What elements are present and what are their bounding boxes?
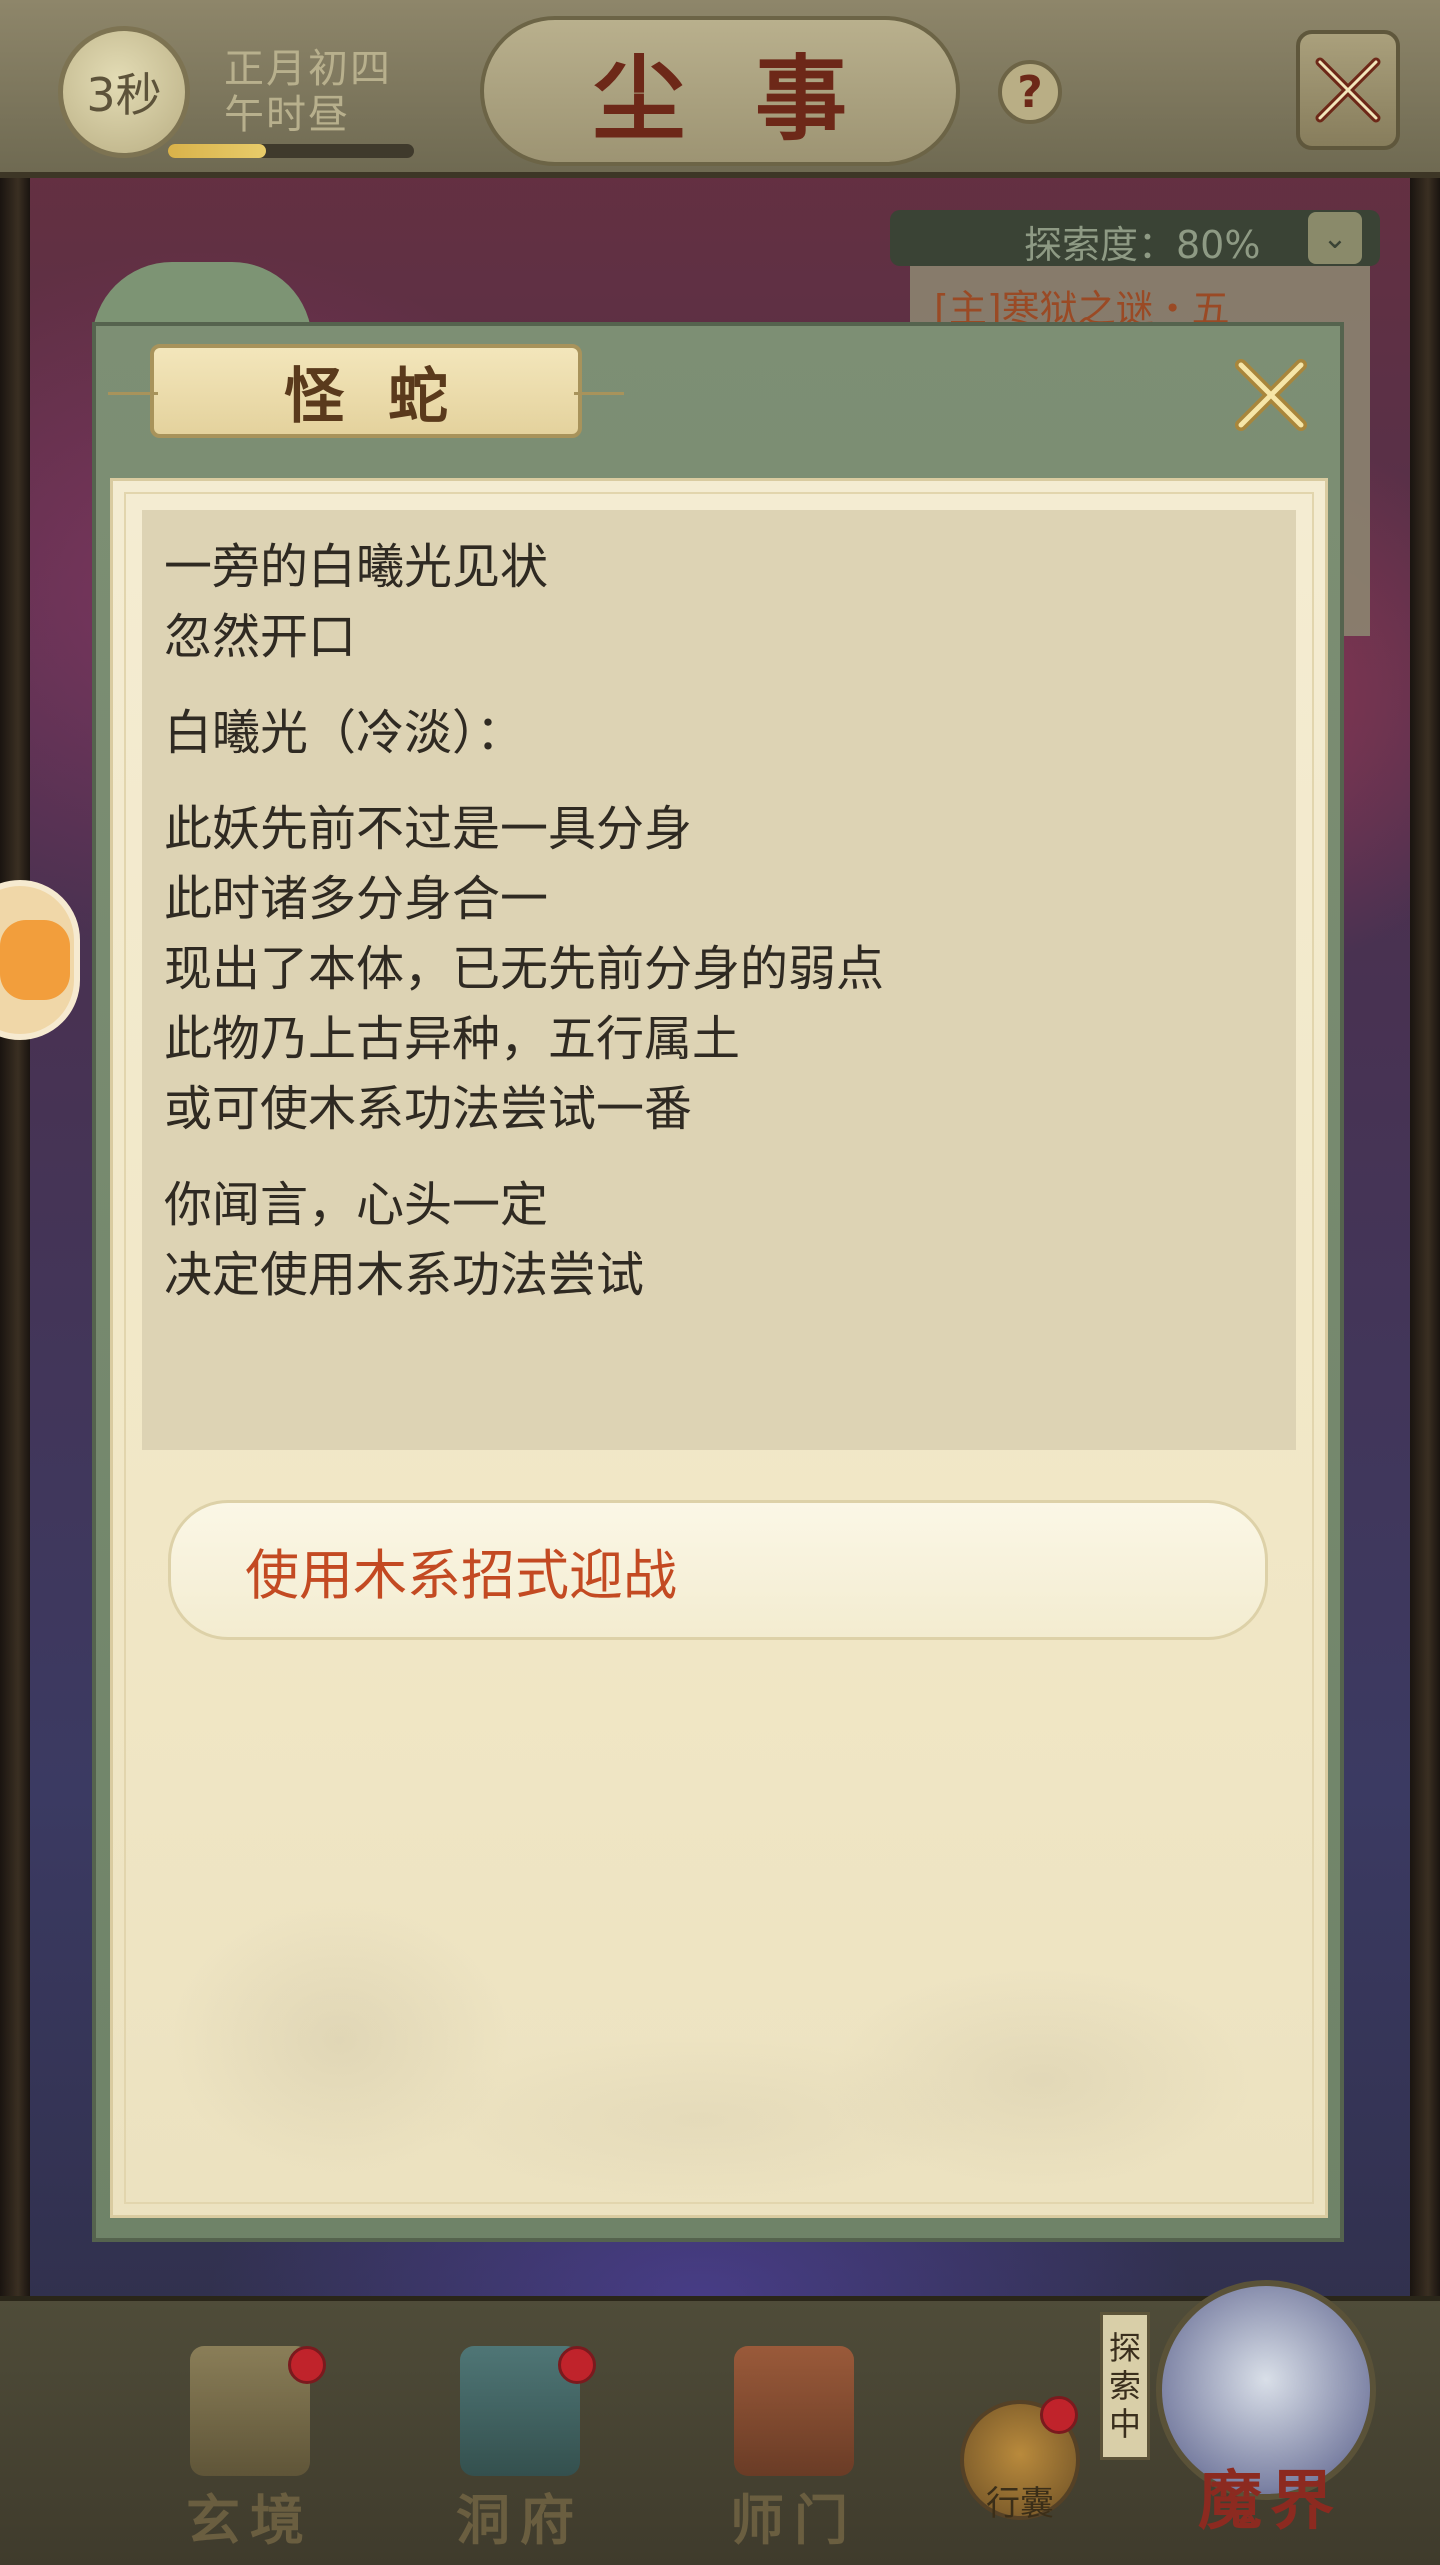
chevron-down-icon[interactable]: ⌄ [1308,212,1362,264]
timer-text: 3秒 [86,68,162,122]
close-icon [1315,57,1381,123]
explore-progress-label: 探索度：80% [1024,223,1261,267]
story-line: 一旁的白曦光见状 [164,539,549,595]
gamepad-icon [0,920,70,1000]
story-line: 此物乃上古异种，五行属土 [164,1011,741,1067]
help-button[interactable]: ? [998,60,1062,124]
story-line: 此时诸多分身合一 [164,871,549,927]
story-line: 现出了本体，已无先前分身的弱点 [164,941,885,997]
nav-label: 师门 [730,2488,858,2552]
time-period-text: 午时昼 [224,92,350,138]
close-icon [1235,359,1307,431]
left-frame [0,0,30,2560]
choice-label: 使用木系招式迎战 [245,1543,677,1607]
help-icon: ? [1017,66,1043,118]
timer-badge: 3秒 [58,26,190,158]
time-progress-bar [168,144,414,158]
story-paragraph: 白曦光（冷淡）： [164,698,1274,768]
nav-item-xuanjing[interactable]: 玄境 [150,2346,350,2552]
speaker-line: 白曦光（冷淡）： [164,705,525,761]
story-line: 你闻言，心头一定 [164,1177,549,1233]
exploring-tag-char: 探 [1108,2329,1141,2367]
nav-label: 洞府 [456,2488,584,2552]
story-paragraph: 一旁的白曦光见状 忽然开口 [164,532,1274,672]
nav-item-shimen[interactable]: 师门 [694,2346,894,2552]
story-paragraph: 你闻言，心头一定 决定使用木系功法尝试 [164,1170,1274,1310]
story-paragraph: 此妖先前不过是一具分身 此时诸多分身合一 现出了本体，已无先前分身的弱点 此物乃… [164,794,1274,1144]
exploring-tag-char: 中 [1108,2405,1141,2443]
story-line: 此妖先前不过是一具分身 [164,801,693,857]
landscape-watermark [140,1780,1300,2200]
nav-label: 玄境 [186,2488,314,2552]
dialog-title-plaque: 怪蛇 [108,344,624,438]
story-line: 决定使用木系功法尝试 [164,1247,645,1303]
page-title: 尘事 [592,44,917,153]
dialog-close-button[interactable] [1226,350,1316,440]
top-bar: 3秒 正月初四 午时昼 尘事 ? [0,0,1440,178]
nav-item-dongfu[interactable]: 洞府 [420,2346,620,2552]
banner-icon [734,2346,854,2476]
exploring-tag-char: 索 [1108,2367,1141,2405]
story-text-box: 一旁的白曦光见状 忽然开口 白曦光（冷淡）： 此妖先前不过是一具分身 此时诸多分… [142,510,1296,1450]
dialog-title: 怪蛇 [284,361,492,432]
realm-label: 魔界 [1198,2464,1342,2539]
story-line: 或可使木系功法尝试一番 [164,1081,693,1137]
notification-badge [288,2346,326,2384]
notification-badge [558,2346,596,2384]
title-plaque: 尘事 [480,16,960,166]
right-frame [1410,0,1440,2560]
top-close-button[interactable] [1296,30,1400,150]
choice-button[interactable]: 使用木系招式迎战 [168,1500,1268,1640]
bag-label: 行囊 [986,2484,1054,2524]
time-progress-fill [168,144,267,158]
exploring-tag: 探 索 中 [1100,2312,1150,2460]
story-line: 忽然开口 [164,609,357,665]
notification-badge [1040,2396,1078,2434]
